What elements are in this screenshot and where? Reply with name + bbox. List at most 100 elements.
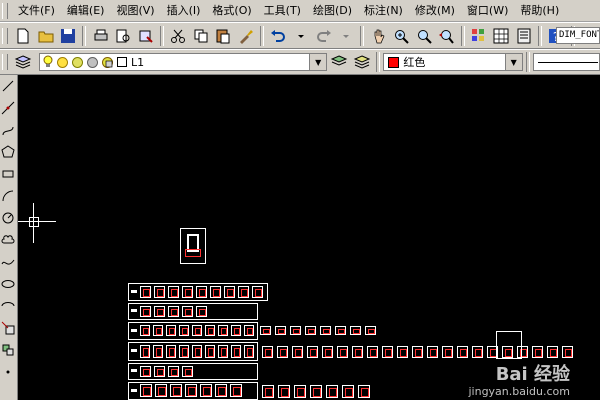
undo-dropdown[interactable] [291,25,312,47]
drawing-part[interactable] [342,385,354,398]
drawing-part[interactable] [290,326,301,335]
drawing-part[interactable] [192,345,202,358]
drawing-part[interactable] [365,326,376,335]
drawing-part[interactable] [218,325,228,336]
make-block-tool[interactable] [0,339,16,361]
drawing-part[interactable] [192,325,202,336]
ellipse-arc-tool[interactable] [0,295,16,317]
drawing-part[interactable] [337,346,348,358]
save-button[interactable] [58,25,79,47]
publish-button[interactable] [136,25,157,47]
menu-file[interactable]: 文件(F) [12,1,61,21]
drawing-part[interactable] [244,325,254,336]
drawing-part[interactable] [350,326,361,335]
drawing-part[interactable] [442,346,453,358]
drawing-part[interactable] [457,346,468,358]
redo-dropdown[interactable] [336,25,357,47]
menu-help[interactable]: 帮助(H) [514,1,565,21]
drawing-part[interactable] [205,325,215,336]
menu-draw[interactable]: 绘图(D) [307,1,358,21]
menu-grip[interactable] [2,2,8,19]
drawing-part[interactable] [140,306,151,317]
new-button[interactable] [13,25,34,47]
point-tool[interactable] [0,361,16,383]
drawing-part[interactable] [322,346,333,358]
drawing-part[interactable] [358,385,370,398]
drawing-part[interactable] [307,346,318,358]
toolbar-grip[interactable] [2,27,8,44]
layer-dropdown[interactable]: L1 ▼ [38,53,328,71]
drawing-part[interactable] [140,366,151,377]
layer-manager-button[interactable] [13,51,34,73]
menu-view[interactable]: 视图(V) [110,1,160,21]
drawing-part[interactable] [262,346,273,358]
menu-window[interactable]: 窗口(W) [461,1,514,21]
revision-cloud-tool[interactable] [0,229,16,251]
print-preview-button[interactable] [113,25,134,47]
drawing-part[interactable] [168,286,179,298]
rectangle-tool[interactable] [0,163,16,185]
drawing-part[interactable] [277,346,288,358]
drawing-part[interactable] [472,346,483,358]
drawing-part[interactable] [562,346,573,358]
line-tool[interactable] [0,75,16,97]
chevron-down-icon[interactable]: ▼ [309,54,327,70]
drawing-part[interactable] [275,326,286,335]
drawing-part[interactable] [224,286,235,298]
text-style-field[interactable]: DIM_FONT [556,27,600,44]
drawing-part[interactable] [182,366,193,377]
drawing-part[interactable] [294,385,306,398]
drawing-part[interactable] [320,326,331,335]
menu-tools[interactable]: 工具(T) [258,1,307,21]
drawing-part[interactable] [352,346,363,358]
drawing-part[interactable] [252,286,263,298]
undo-button[interactable] [268,25,289,47]
drawing-part[interactable] [154,286,165,298]
drawing-part[interactable] [182,306,193,317]
drawing-part[interactable] [154,306,165,317]
properties-button[interactable] [469,25,490,47]
menu-dimension[interactable]: 标注(N) [358,1,409,21]
menu-format[interactable]: 格式(O) [206,1,257,21]
menu-edit[interactable]: 编辑(E) [61,1,111,21]
drawing-part[interactable] [310,385,322,398]
drawing-canvas[interactable]: Bai 经验 jingyan.baidu.com [18,75,600,400]
drawing-part[interactable] [215,384,227,397]
zoom-realtime-button[interactable] [391,25,412,47]
drawing-part[interactable] [153,345,163,358]
drawing-part[interactable] [200,384,212,397]
print-button[interactable] [90,25,111,47]
linetype-dropdown[interactable] [532,53,600,71]
color-dropdown[interactable]: 红色 ▼ [383,53,523,71]
design-center-button[interactable] [491,25,512,47]
drawing-part[interactable] [262,385,274,398]
drawing-part[interactable] [166,345,176,358]
spline-tool[interactable] [0,251,16,273]
drawing-part[interactable] [244,345,254,358]
drawing-part[interactable] [166,325,176,336]
cut-button[interactable] [168,25,189,47]
make-object-layer-current-button[interactable] [328,51,349,73]
drawing-part[interactable] [140,345,150,358]
pan-button[interactable] [368,25,389,47]
match-properties-button[interactable] [236,25,257,47]
drawing-part[interactable] [196,286,207,298]
zoom-previous-button[interactable] [436,25,457,47]
zoom-window-button[interactable] [413,25,434,47]
polygon-tool[interactable] [0,141,16,163]
drawing-part[interactable] [231,325,241,336]
insert-block-tool[interactable] [0,317,16,339]
drawing-block[interactable] [496,331,522,359]
drawing-part[interactable] [238,286,249,298]
drawing-part[interactable] [230,384,242,397]
drawing-part[interactable] [260,326,271,335]
polyline-tool[interactable] [0,119,16,141]
drawing-part[interactable] [196,306,207,317]
drawing-part[interactable] [155,384,167,397]
arc-tool[interactable] [0,185,16,207]
chevron-down-icon[interactable]: ▼ [504,54,522,70]
drawing-part[interactable] [140,384,152,397]
drawing-part[interactable] [153,325,163,336]
drawing-part[interactable] [367,346,378,358]
drawing-part[interactable] [218,345,228,358]
